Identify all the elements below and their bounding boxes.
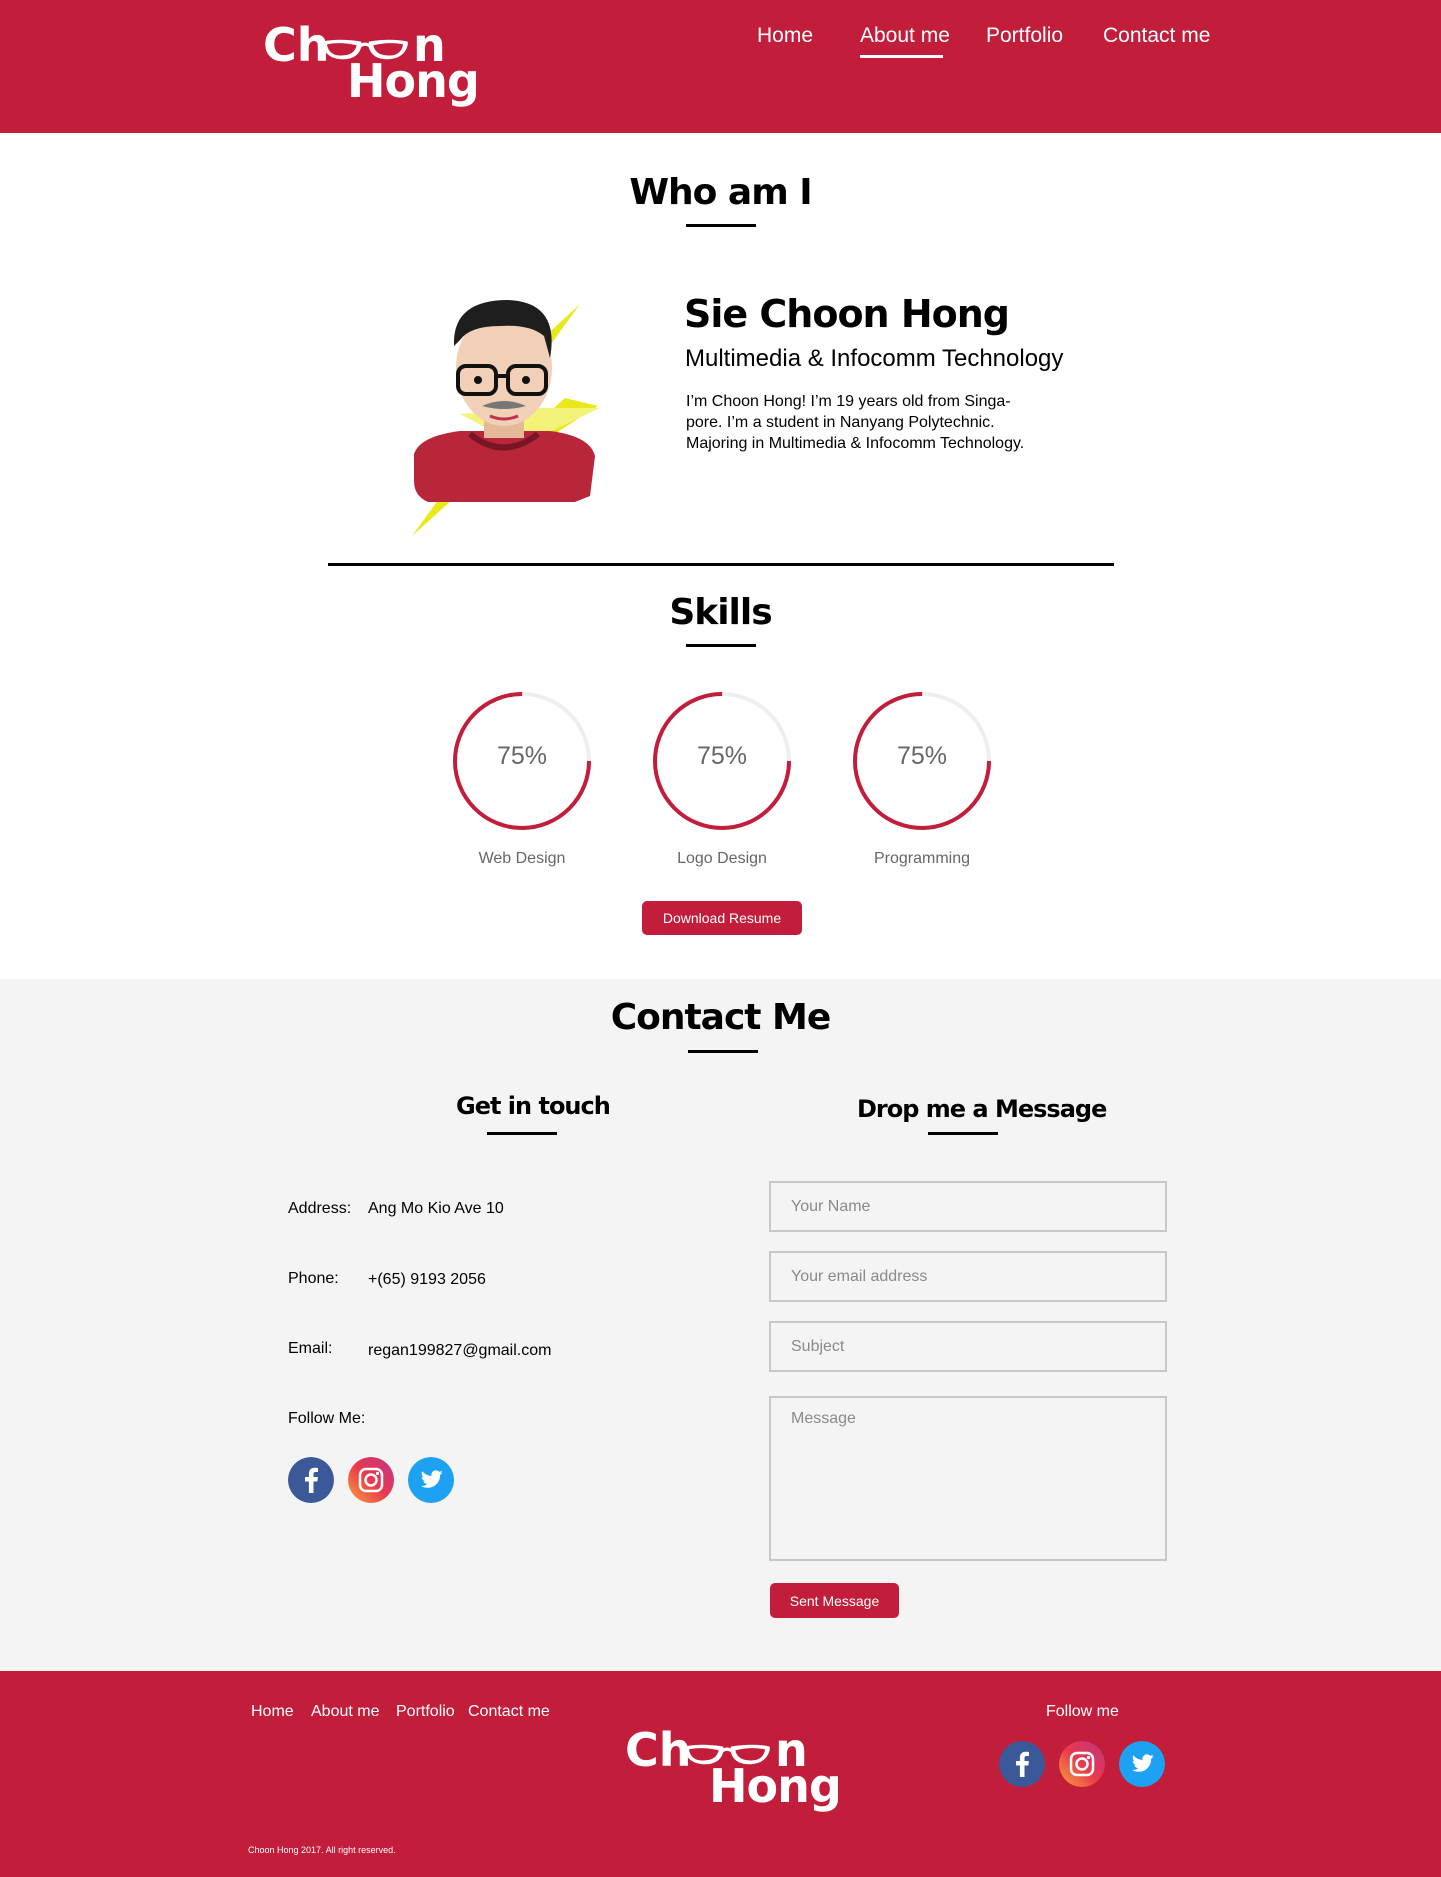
profile-description: I’m Choon Hong! I’m 19 years old from Si… bbox=[686, 393, 1025, 452]
phone-value: +(65) 9193 2056 bbox=[368, 1271, 486, 1288]
facebook-icon[interactable] bbox=[999, 1741, 1045, 1787]
main-nav: Home About me Portfolio Contact me bbox=[0, 24, 1441, 64]
contact-title: Contact Me bbox=[610, 997, 832, 1038]
about-title: Who am I bbox=[629, 172, 812, 213]
send-message-button[interactable]: Sent Message bbox=[770, 1583, 899, 1618]
follow-label: Follow Me: bbox=[288, 1410, 366, 1427]
profile-name: Sie Choon Hong bbox=[684, 292, 1010, 336]
instagram-icon[interactable] bbox=[1059, 1741, 1105, 1787]
nav-portfolio[interactable]: Portfolio bbox=[986, 24, 1063, 48]
address-value: Ang Mo Kio Ave 10 bbox=[368, 1200, 504, 1217]
footer-link-contact-me[interactable]: Contact me bbox=[468, 1703, 550, 1721]
get-in-touch-title: Get in touch bbox=[456, 1092, 611, 1120]
email-value: regan199827@gmail.com bbox=[368, 1342, 552, 1359]
drop-message-title: Drop me a Message bbox=[857, 1095, 1107, 1123]
nav-home[interactable]: Home bbox=[757, 24, 813, 48]
message-textarea[interactable] bbox=[769, 1396, 1167, 1561]
nav-about-me[interactable]: About me bbox=[860, 24, 950, 48]
phone-label: Phone: bbox=[288, 1270, 339, 1287]
skill-label: Logo Design bbox=[677, 850, 767, 867]
skill-percent: 75% bbox=[496, 742, 548, 770]
footer-follow-label: Follow me bbox=[1046, 1703, 1119, 1720]
site-footer: Home About me Portfolio Contact me Ch n … bbox=[0, 1671, 1441, 1877]
footer-logo-hong: Hong bbox=[709, 1759, 842, 1813]
footer-brand-logo[interactable]: Ch n Hong bbox=[625, 1727, 842, 1817]
footer-copyright: Choon Hong 2017. All right reserved. bbox=[248, 1845, 396, 1855]
profile-role: Multimedia & Infocomm Technology bbox=[685, 345, 1064, 372]
skill-label: Programming bbox=[873, 850, 971, 867]
skill-label: Web Design bbox=[478, 850, 566, 867]
instagram-icon[interactable] bbox=[348, 1457, 394, 1503]
brand-logo-hong: Hong bbox=[347, 54, 480, 108]
contact-section: Contact Me Get in touch Drop me a Messag… bbox=[0, 979, 1441, 1671]
email-input[interactable] bbox=[769, 1251, 1167, 1302]
address-label: Address: bbox=[288, 1200, 352, 1217]
get-in-touch-underline bbox=[487, 1132, 557, 1135]
skill-percent: 75% bbox=[896, 742, 948, 770]
twitter-icon[interactable] bbox=[1119, 1741, 1165, 1787]
email-label: Email: bbox=[288, 1340, 333, 1357]
avatar-illustration bbox=[412, 300, 600, 536]
skill-percent: 75% bbox=[696, 742, 748, 770]
twitter-icon[interactable] bbox=[408, 1457, 454, 1503]
footer-link-about-me[interactable]: About me bbox=[311, 1703, 379, 1721]
name-input[interactable] bbox=[769, 1181, 1167, 1232]
subject-input[interactable] bbox=[769, 1321, 1167, 1372]
drop-message-underline bbox=[928, 1132, 998, 1135]
download-resume-button[interactable]: Download Resume bbox=[642, 901, 802, 935]
contact-title-underline bbox=[688, 1050, 758, 1053]
footer-link-home[interactable]: Home bbox=[251, 1703, 294, 1721]
section-divider bbox=[328, 563, 1114, 566]
facebook-icon[interactable] bbox=[288, 1457, 334, 1503]
nav-contact-me[interactable]: Contact me bbox=[1103, 24, 1210, 48]
skills-title: Skills bbox=[669, 592, 772, 633]
site-header: Ch n Hong Home About me Portfolio Contac… bbox=[0, 0, 1441, 133]
footer-link-portfolio[interactable]: Portfolio bbox=[396, 1703, 455, 1721]
nav-active-indicator bbox=[860, 55, 943, 58]
skills-title-underline bbox=[686, 644, 756, 647]
about-title-underline bbox=[686, 224, 756, 227]
